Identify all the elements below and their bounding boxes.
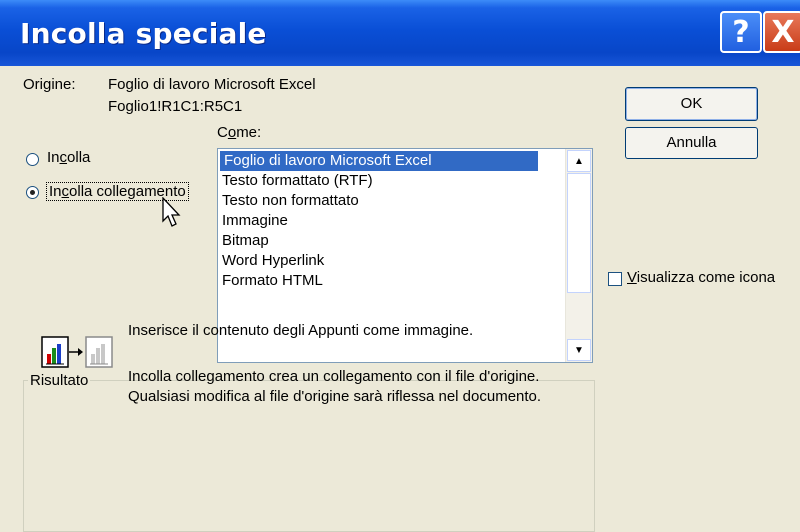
as-label: Come: (217, 124, 262, 141)
source-label: Origine: (23, 76, 76, 93)
scroll-down-button[interactable]: ▼ (567, 339, 591, 361)
display-as-icon-checkbox[interactable] (608, 272, 622, 286)
paste-link-radio[interactable] (26, 186, 39, 199)
dialog-title: Incolla speciale (20, 17, 267, 50)
format-item[interactable]: Immagine (222, 211, 288, 231)
result-description-line2: Incolla collegamento crea un collegament… (128, 368, 542, 405)
cancel-button[interactable]: Annulla (625, 127, 758, 159)
format-item[interactable]: Word Hyperlink (222, 251, 324, 271)
source-range: Foglio1!R1C1:R5C1 (108, 98, 243, 115)
mouse-cursor-icon (162, 197, 181, 227)
format-item[interactable]: Testo formattato (RTF) (222, 171, 373, 191)
format-item[interactable]: Testo non formattato (222, 191, 359, 211)
paste-radio[interactable] (26, 153, 39, 166)
dialog-body: Origine: Foglio di lavoro Microsoft Exce… (10, 66, 800, 532)
ok-button[interactable]: OK (625, 87, 758, 121)
scroll-up-button[interactable]: ▲ (567, 150, 591, 172)
help-icon: ? (732, 14, 750, 50)
scroll-thumb[interactable] (567, 173, 591, 293)
display-as-icon-label[interactable]: Visualizza come icona (627, 269, 775, 286)
format-item[interactable]: Bitmap (222, 231, 269, 251)
source-type: Foglio di lavoro Microsoft Excel (108, 76, 316, 93)
format-item[interactable]: Formato HTML (222, 271, 323, 291)
title-bar[interactable]: Incolla speciale ? X (0, 0, 800, 66)
result-title: Risultato (28, 372, 91, 389)
paste-link-illustration-icon (41, 336, 113, 368)
result-description-line1: Inserisce il contenuto degli Appunti com… (128, 322, 474, 339)
format-item[interactable]: Foglio di lavoro Microsoft Excel (220, 151, 538, 171)
close-button[interactable]: X (763, 11, 800, 53)
close-icon: X (771, 14, 795, 50)
help-button[interactable]: ? (720, 11, 762, 53)
paste-radio-label[interactable]: Incolla (47, 149, 90, 166)
